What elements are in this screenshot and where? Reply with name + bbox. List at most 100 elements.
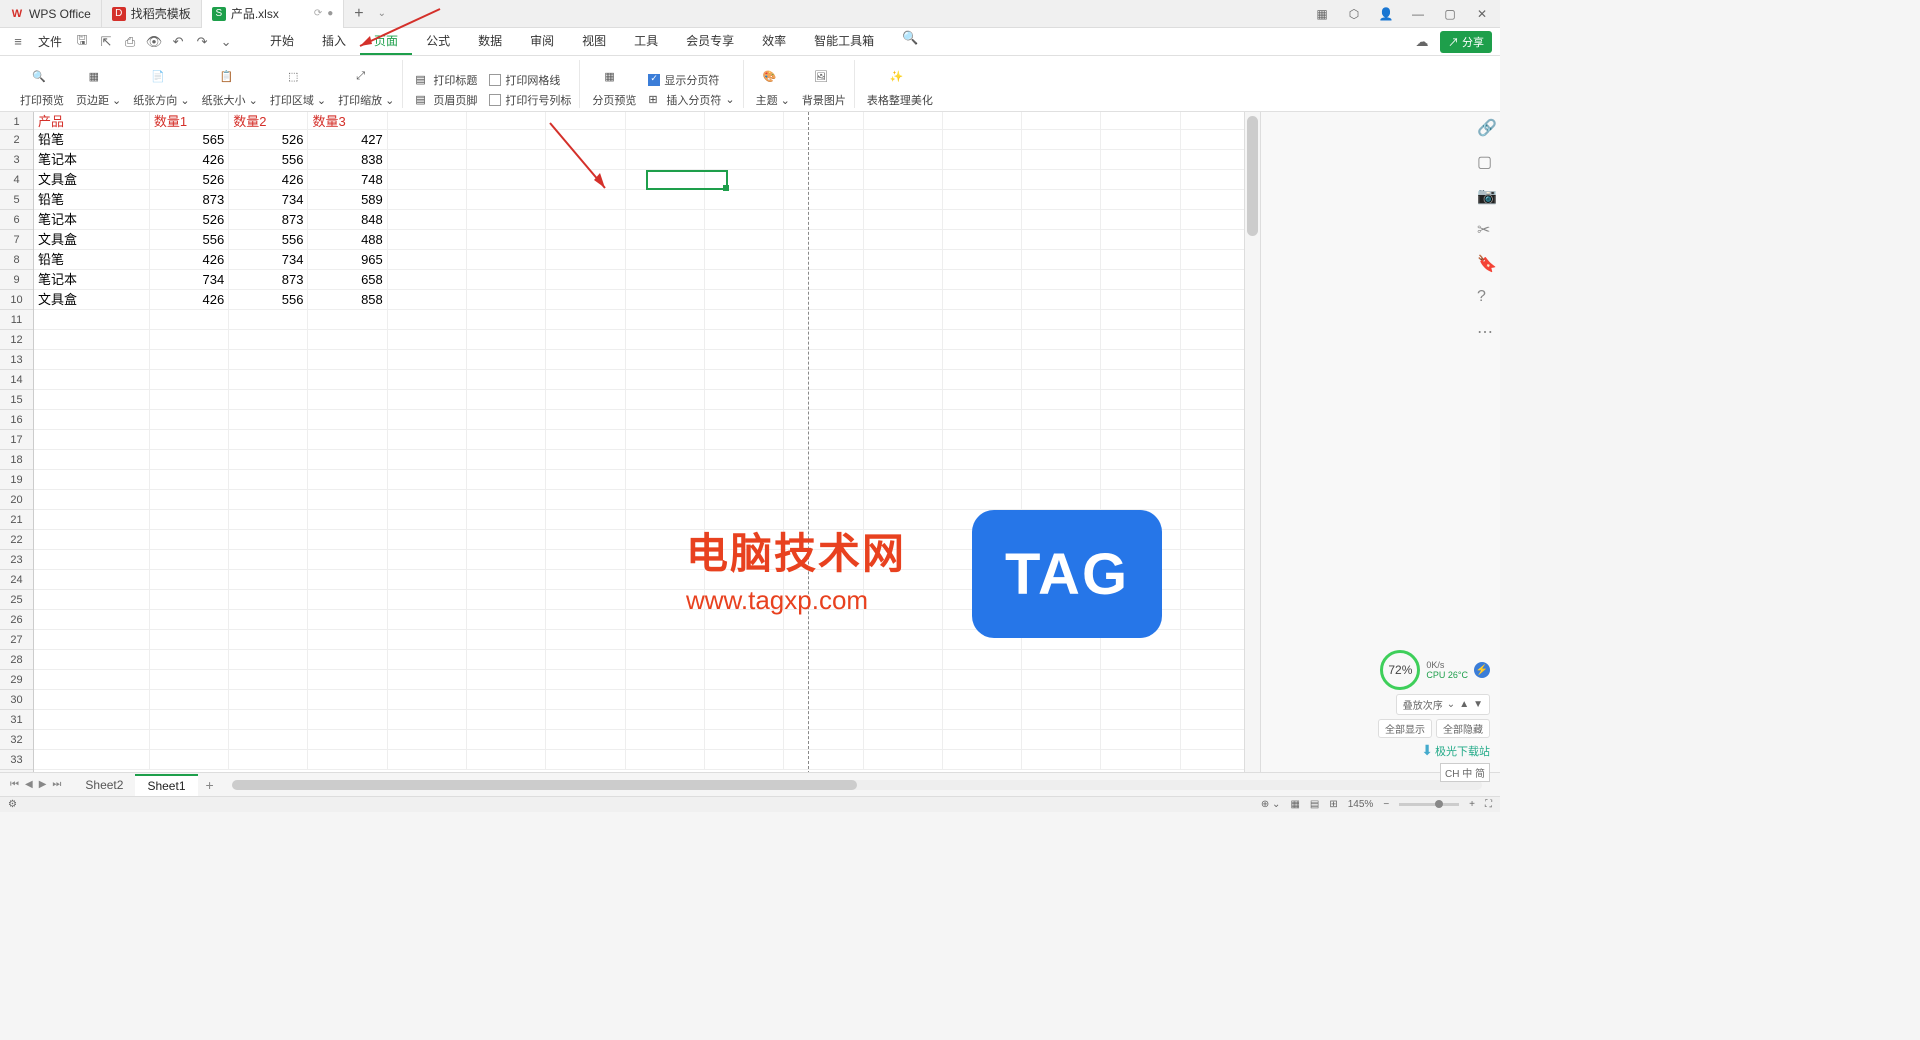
cell[interactable]: 数量2 bbox=[229, 112, 308, 130]
cell[interactable]: 427 bbox=[308, 130, 387, 150]
cell[interactable] bbox=[626, 350, 705, 370]
page-break-preview-button[interactable]: ▦分页预览 bbox=[592, 70, 636, 108]
cell[interactable] bbox=[229, 650, 308, 670]
cell[interactable] bbox=[1022, 310, 1101, 330]
cell[interactable] bbox=[705, 330, 784, 350]
cell[interactable] bbox=[1022, 430, 1101, 450]
cell[interactable] bbox=[626, 490, 705, 510]
cell[interactable] bbox=[626, 550, 705, 570]
export-icon[interactable]: ⇱ bbox=[96, 32, 116, 52]
cell[interactable] bbox=[546, 410, 625, 430]
panel-icon[interactable]: ▢ bbox=[1477, 152, 1493, 168]
cell[interactable] bbox=[1022, 150, 1101, 170]
cell[interactable] bbox=[1022, 270, 1101, 290]
cell[interactable] bbox=[1022, 650, 1101, 670]
row-header[interactable]: 11 bbox=[0, 310, 33, 330]
cell[interactable]: 铅笔 bbox=[34, 190, 150, 210]
link-icon[interactable]: 🔗 bbox=[1477, 118, 1493, 134]
cell[interactable] bbox=[388, 630, 467, 650]
cell[interactable] bbox=[388, 750, 467, 770]
cell[interactable] bbox=[943, 550, 1022, 570]
cell[interactable] bbox=[1022, 490, 1101, 510]
cell[interactable] bbox=[546, 590, 625, 610]
cell[interactable] bbox=[308, 430, 387, 450]
cell[interactable] bbox=[626, 430, 705, 450]
cell[interactable] bbox=[388, 510, 467, 530]
cell[interactable] bbox=[705, 430, 784, 450]
cell[interactable] bbox=[308, 310, 387, 330]
cell[interactable] bbox=[943, 150, 1022, 170]
cell[interactable]: 426 bbox=[150, 250, 229, 270]
cell[interactable] bbox=[467, 530, 546, 550]
cell[interactable] bbox=[626, 650, 705, 670]
cell[interactable] bbox=[308, 350, 387, 370]
cell[interactable] bbox=[34, 590, 150, 610]
cell[interactable]: 526 bbox=[150, 170, 229, 190]
cell[interactable] bbox=[1101, 490, 1180, 510]
cell[interactable] bbox=[467, 570, 546, 590]
cell[interactable] bbox=[705, 590, 784, 610]
cell[interactable] bbox=[546, 610, 625, 630]
tab-product-xlsx[interactable]: S 产品.xlsx ⟳ ● bbox=[202, 0, 344, 28]
cell[interactable] bbox=[626, 570, 705, 590]
cell[interactable] bbox=[943, 290, 1022, 310]
cell[interactable] bbox=[864, 730, 943, 750]
cell[interactable] bbox=[784, 290, 863, 310]
cell[interactable] bbox=[308, 410, 387, 430]
maximize-button[interactable]: ▢ bbox=[1442, 6, 1458, 22]
cell[interactable] bbox=[308, 710, 387, 730]
cell[interactable] bbox=[705, 370, 784, 390]
cell[interactable] bbox=[467, 390, 546, 410]
cell[interactable] bbox=[626, 690, 705, 710]
cell[interactable] bbox=[1101, 730, 1180, 750]
cell[interactable] bbox=[1101, 130, 1180, 150]
cell[interactable] bbox=[784, 530, 863, 550]
cell[interactable] bbox=[1101, 210, 1180, 230]
cell[interactable] bbox=[626, 310, 705, 330]
cell[interactable] bbox=[34, 630, 150, 650]
cell[interactable] bbox=[1101, 410, 1180, 430]
cell[interactable]: 556 bbox=[229, 230, 308, 250]
cell[interactable] bbox=[546, 710, 625, 730]
cell[interactable]: 文具盒 bbox=[34, 230, 150, 250]
menu-start[interactable]: 开始 bbox=[256, 28, 308, 55]
cell[interactable] bbox=[705, 150, 784, 170]
row-header[interactable]: 10 bbox=[0, 290, 33, 310]
cell[interactable] bbox=[864, 450, 943, 470]
cell[interactable] bbox=[705, 310, 784, 330]
cell[interactable] bbox=[784, 250, 863, 270]
cell[interactable] bbox=[784, 470, 863, 490]
cell[interactable] bbox=[34, 550, 150, 570]
cell[interactable] bbox=[546, 130, 625, 150]
cell[interactable] bbox=[784, 670, 863, 690]
cell[interactable] bbox=[308, 390, 387, 410]
cell[interactable] bbox=[150, 550, 229, 570]
cell[interactable] bbox=[626, 750, 705, 770]
row-header[interactable]: 29 bbox=[0, 670, 33, 690]
cell[interactable] bbox=[150, 750, 229, 770]
theme-button[interactable]: 🎨主题 ⌄ bbox=[756, 70, 790, 108]
cell[interactable] bbox=[467, 112, 546, 130]
dropdown-icon[interactable]: ⌄ bbox=[216, 32, 236, 52]
cell[interactable] bbox=[229, 670, 308, 690]
cell[interactable] bbox=[388, 610, 467, 630]
row-header[interactable]: 27 bbox=[0, 630, 33, 650]
more-icon[interactable]: ⋯ bbox=[1477, 322, 1493, 338]
cell[interactable] bbox=[626, 530, 705, 550]
cell[interactable] bbox=[546, 150, 625, 170]
cell[interactable] bbox=[229, 310, 308, 330]
show-break-checkbox[interactable]: 显示分页符 bbox=[648, 72, 734, 88]
cell[interactable] bbox=[864, 570, 943, 590]
cell[interactable] bbox=[1101, 310, 1180, 330]
cell[interactable] bbox=[943, 230, 1022, 250]
search-icon[interactable]: 🔍 bbox=[900, 28, 920, 48]
cell[interactable] bbox=[705, 750, 784, 770]
cell[interactable] bbox=[150, 410, 229, 430]
cell[interactable] bbox=[705, 190, 784, 210]
cell[interactable] bbox=[229, 690, 308, 710]
cell[interactable] bbox=[626, 112, 705, 130]
cell[interactable] bbox=[1101, 610, 1180, 630]
cell[interactable] bbox=[388, 550, 467, 570]
menu-hamburger-icon[interactable]: ≡ bbox=[8, 32, 28, 52]
cell[interactable] bbox=[1022, 230, 1101, 250]
